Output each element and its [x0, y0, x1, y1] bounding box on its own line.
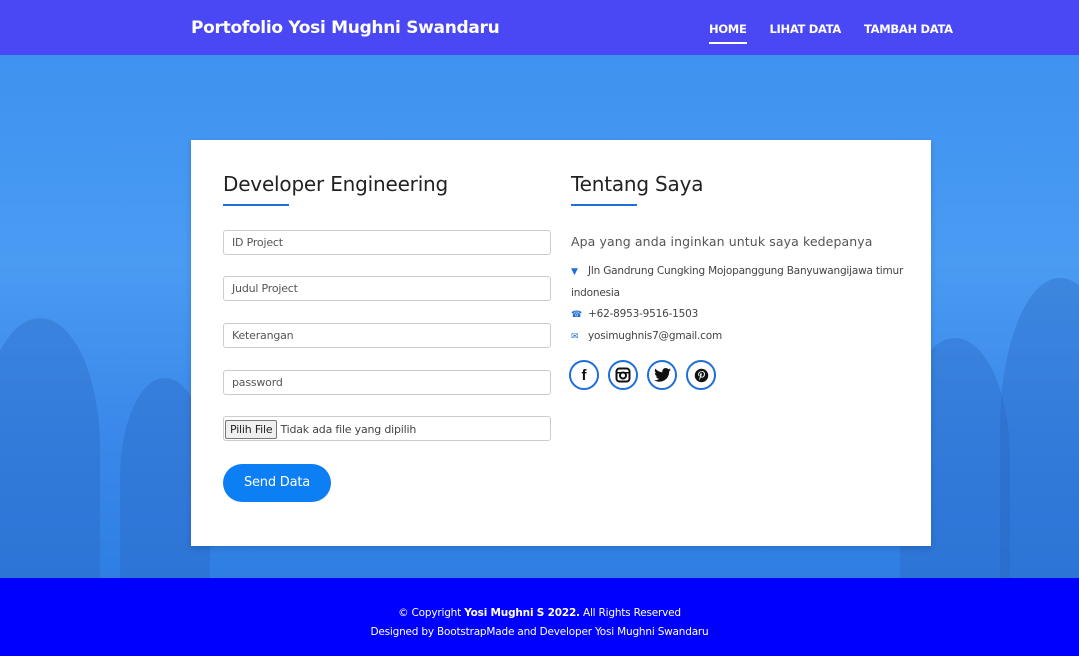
- judul-project-input[interactable]: Judul Project: [223, 276, 551, 301]
- site-footer: © Copyright Yosi Mughni S 2022. All Righ…: [0, 578, 1079, 656]
- copyright-prefix: © Copyright: [398, 607, 465, 619]
- nav-tambah-data[interactable]: TAMBAH DATA: [864, 22, 953, 36]
- site-header: Portofolio Yosi Mughni Swandaru HOME LIH…: [0, 0, 1079, 55]
- instagram-icon[interactable]: [608, 360, 638, 390]
- choose-file-button[interactable]: Pilih File: [225, 420, 278, 439]
- main-nav: HOME LIHAT DATA TAMBAH DATA: [709, 22, 976, 44]
- form-title: Developer Engineering: [223, 172, 449, 196]
- phone-text: +62-8953-9516-1503: [588, 308, 699, 320]
- about-lead: Apa yang anda inginkan untuk saya kedepa…: [571, 234, 873, 249]
- brand-title[interactable]: Portofolio Yosi Mughni Swandaru: [191, 18, 500, 38]
- file-input[interactable]: Pilih File Tidak ada file yang dipilih: [223, 416, 551, 441]
- email-line: ✉ yosimughnis7@gmail.com: [571, 325, 722, 348]
- phone-icon: ☎: [571, 310, 583, 320]
- title-underline: [223, 204, 289, 206]
- file-status: Tidak ada file yang dipilih: [280, 423, 417, 436]
- content-card: Developer Engineering ID Project Judul P…: [191, 140, 931, 546]
- address-line: ▼ Jln Gandrung Cungking Mojopanggung Bany…: [571, 260, 903, 283]
- copyright-owner: Yosi Mughni S 2022.: [464, 607, 580, 619]
- pinterest-icon[interactable]: [686, 360, 716, 390]
- send-data-button[interactable]: Send Data: [223, 464, 331, 502]
- copyright-suffix: All Rights Reserved: [579, 607, 681, 619]
- map-marker-icon: ▼: [571, 267, 578, 277]
- email-text: yosimughnis7@gmail.com: [588, 330, 722, 342]
- copyright-line: © Copyright Yosi Mughni S 2022. All Righ…: [0, 607, 1079, 619]
- password-input[interactable]: password: [223, 370, 551, 395]
- phone-line: ☎ +62-8953-9516-1503: [571, 303, 698, 326]
- address-line-2: indonesia: [571, 287, 620, 299]
- about-title: Tentang Saya: [571, 172, 704, 196]
- keterangan-input[interactable]: Keterangan: [223, 323, 551, 348]
- id-project-input[interactable]: ID Project: [223, 230, 551, 255]
- address-text: Jln Gandrung Cungking Mojopanggung Banyu…: [588, 265, 904, 277]
- form-section: Developer Engineering ID Project Judul P…: [223, 172, 551, 502]
- credits-line: Designed by BootstrapMade and Developer …: [370, 626, 709, 638]
- nav-lihat-data[interactable]: LIHAT DATA: [770, 22, 842, 36]
- title-underline: [571, 204, 637, 206]
- social-links: f: [569, 360, 716, 390]
- twitter-icon[interactable]: [647, 360, 677, 390]
- facebook-icon[interactable]: f: [569, 360, 599, 390]
- about-section: Tentang Saya Apa yang anda inginkan untu…: [569, 172, 911, 390]
- nav-home[interactable]: HOME: [709, 22, 747, 44]
- envelope-icon: ✉: [571, 332, 579, 342]
